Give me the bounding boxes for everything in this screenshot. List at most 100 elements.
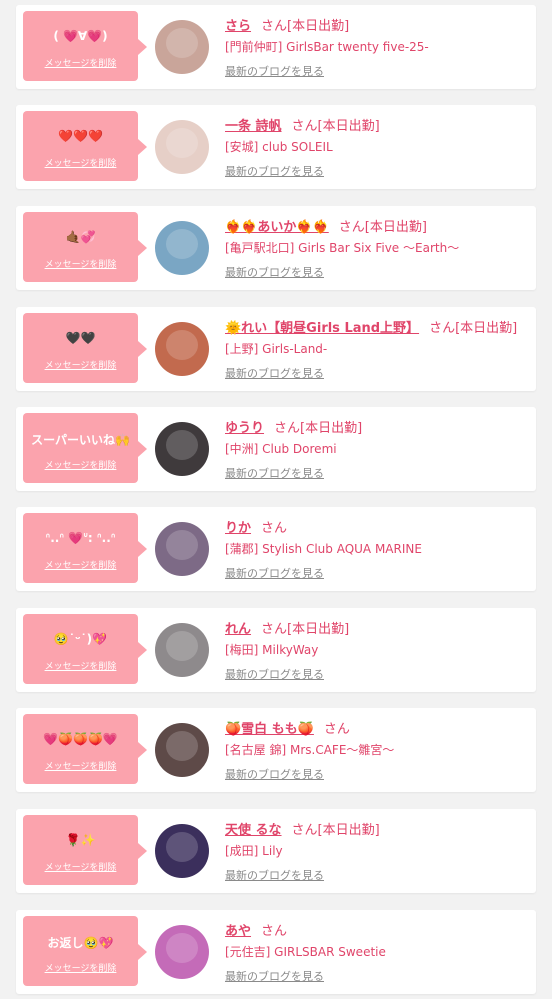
cast-name-link[interactable]: 🌞れい【朝昼Girls Land上野】	[225, 321, 419, 336]
blog-link[interactable]: 最新のブログを見る	[225, 666, 324, 682]
shop-info: [成田] Lily	[225, 844, 283, 858]
message-bubble: 🌹✨ メッセージを削除	[23, 815, 147, 885]
honorific: さん	[261, 521, 288, 536]
message-card: 🖤🖤 メッセージを削除 🌞れい【朝昼Girls Land上野】 さん[本日出勤] …	[16, 307, 536, 391]
blog-link[interactable]: 最新のブログを見る	[225, 766, 324, 782]
delete-message-link[interactable]: メッセージを削除	[23, 56, 138, 69]
blog-link[interactable]: 最新のブログを見る	[225, 968, 324, 984]
message-card: お返し🥹💖 メッセージを削除 あや さん [元住吉] GIRLSBAR Sweet…	[16, 910, 536, 994]
blog-link[interactable]: 最新のブログを見る	[225, 63, 324, 79]
avatar[interactable]	[155, 120, 209, 174]
blog-link[interactable]: 最新のブログを見る	[225, 465, 324, 481]
profile-photo-icon	[165, 27, 199, 58]
shop-info: [蒲郡] Stylish Club AQUA MARINE	[225, 542, 422, 556]
avatar[interactable]	[155, 322, 209, 376]
blog-link[interactable]: 最新のブログを見る	[225, 264, 324, 280]
cast-name-link[interactable]: 一条 詩帆	[225, 119, 282, 134]
shop-info: [元住吉] GIRLSBAR Sweetie	[225, 945, 386, 959]
work-status: [本日出勤]	[317, 119, 380, 134]
name-line: ゆうり さん[本日出勤]	[225, 417, 362, 436]
work-status: [本日出勤]	[300, 421, 363, 436]
delete-message-link[interactable]: メッセージを削除	[23, 458, 138, 471]
delete-message-link[interactable]: メッセージを削除	[23, 860, 138, 873]
cast-name-link[interactable]: りか	[225, 521, 251, 536]
blog-link[interactable]: 最新のブログを見る	[225, 867, 324, 883]
message-bubble: 💗🍑🍑🍑💗 メッセージを削除	[23, 714, 147, 784]
profile-photo-icon	[165, 127, 199, 158]
name-line: ❤️‍🔥❤️‍🔥あいか❤️‍🔥❤️‍🔥 さん[本日出勤]	[225, 216, 427, 235]
avatar[interactable]	[155, 925, 209, 979]
message-bubble: お返し🥹💖 メッセージを削除	[23, 916, 147, 986]
honorific: さん	[261, 19, 288, 34]
avatar[interactable]	[155, 221, 209, 275]
shop-info: [上野] Girls-Land-	[225, 342, 328, 356]
message-text: 🤙🏾💞	[65, 230, 96, 244]
message-bubble: 🖤🖤 メッセージを削除	[23, 313, 147, 383]
profile-photo-icon	[165, 630, 199, 661]
shop-info: [門前仲町] GirlsBar twenty five-25-	[225, 40, 429, 54]
delete-message-link[interactable]: メッセージを削除	[23, 358, 138, 371]
honorific: さん	[338, 220, 365, 235]
cast-name-link[interactable]: ゆうり	[225, 421, 264, 436]
message-text: スーパーいいね🙌	[31, 433, 130, 447]
profile-photo-icon	[165, 529, 199, 560]
message-card: ᐢ..ᐢ 💗ᐡ: ᐢ..ᐢ メッセージを削除 りか さん [蒲郡] Stylish…	[16, 507, 536, 591]
message-bubble: スーパーいいね🙌 メッセージを削除	[23, 413, 147, 483]
honorific: さん	[291, 119, 318, 134]
shop-info: [名古屋 錦] Mrs.CAFE〜雛宮〜	[225, 743, 395, 757]
delete-message-link[interactable]: メッセージを削除	[23, 659, 138, 672]
name-line: 🍑雪白 もも🍑 さん	[225, 718, 350, 737]
message-card: 🥹˙ᵕ˙)💖 メッセージを削除 れん さん[本日出勤] [梅田] MilkyWay…	[16, 608, 536, 692]
delete-message-link[interactable]: メッセージを削除	[23, 156, 138, 169]
message-text: ᐢ..ᐢ 💗ᐡ: ᐢ..ᐢ	[45, 531, 116, 545]
blog-link[interactable]: 最新のブログを見る	[225, 365, 324, 381]
name-line: れん さん[本日出勤]	[225, 618, 349, 637]
blog-link[interactable]: 最新のブログを見る	[225, 565, 324, 581]
profile-photo-icon	[165, 429, 199, 460]
message-text: ( 💗∀💗)	[53, 29, 108, 43]
message-card: 💗🍑🍑🍑💗 メッセージを削除 🍑雪白 もも🍑 さん [名古屋 錦] Mrs.CAF…	[16, 708, 536, 792]
work-status: [本日出勤]	[455, 321, 518, 336]
message-card: スーパーいいね🙌 メッセージを削除 ゆうり さん[本日出勤] [中洲] Club …	[16, 407, 536, 491]
message-bubble: ❤️❤️❤️ メッセージを削除	[23, 111, 147, 181]
avatar[interactable]	[155, 20, 209, 74]
message-text: お返し🥹💖	[47, 936, 114, 950]
honorific: さん	[274, 421, 301, 436]
name-line: あや さん	[225, 920, 287, 939]
name-line: 天使 るな さん[本日出勤]	[225, 819, 380, 838]
profile-photo-icon	[165, 329, 199, 360]
delete-message-link[interactable]: メッセージを削除	[23, 558, 138, 571]
honorific: さん	[323, 722, 350, 737]
blog-link[interactable]: 最新のブログを見る	[225, 163, 324, 179]
message-card: ( 💗∀💗) メッセージを削除 さら さん[本日出勤] [門前仲町] GirlsB…	[16, 5, 536, 89]
cast-name-link[interactable]: ❤️‍🔥❤️‍🔥あいか❤️‍🔥❤️‍🔥	[225, 220, 329, 235]
profile-photo-icon	[165, 730, 199, 761]
profile-photo-icon	[165, 228, 199, 259]
message-text: ❤️❤️❤️	[58, 129, 103, 143]
name-line: さら さん[本日出勤]	[225, 15, 349, 34]
cast-name-link[interactable]: 🍑雪白 もも🍑	[225, 722, 314, 737]
message-card: 🤙🏾💞 メッセージを削除 ❤️‍🔥❤️‍🔥あいか❤️‍🔥❤️‍🔥 さん[本日出勤]…	[16, 206, 536, 290]
honorific: さん	[261, 622, 288, 637]
message-text: 🌹✨	[65, 833, 96, 847]
cast-name-link[interactable]: 天使 るな	[225, 823, 282, 838]
honorific: さん	[291, 823, 318, 838]
message-bubble: ( 💗∀💗) メッセージを削除	[23, 11, 147, 81]
delete-message-link[interactable]: メッセージを削除	[23, 759, 138, 772]
avatar[interactable]	[155, 522, 209, 576]
name-line: 🌞れい【朝昼Girls Land上野】 さん[本日出勤]	[225, 317, 517, 336]
message-bubble: 🤙🏾💞 メッセージを削除	[23, 212, 147, 282]
avatar[interactable]	[155, 824, 209, 878]
cast-name-link[interactable]: あや	[225, 924, 251, 939]
shop-info: [安城] club SOLEIL	[225, 140, 333, 154]
cast-name-link[interactable]: れん	[225, 622, 251, 637]
delete-message-link[interactable]: メッセージを削除	[23, 257, 138, 270]
work-status: [本日出勤]	[287, 19, 350, 34]
cast-name-link[interactable]: さら	[225, 19, 251, 34]
avatar[interactable]	[155, 422, 209, 476]
avatar[interactable]	[155, 623, 209, 677]
avatar[interactable]	[155, 723, 209, 777]
message-card: ❤️❤️❤️ メッセージを削除 一条 詩帆 さん[本日出勤] [安城] club …	[16, 105, 536, 189]
delete-message-link[interactable]: メッセージを削除	[23, 961, 138, 974]
message-card: 🌹✨ メッセージを削除 天使 るな さん[本日出勤] [成田] Lily 最新のブ…	[16, 809, 536, 893]
